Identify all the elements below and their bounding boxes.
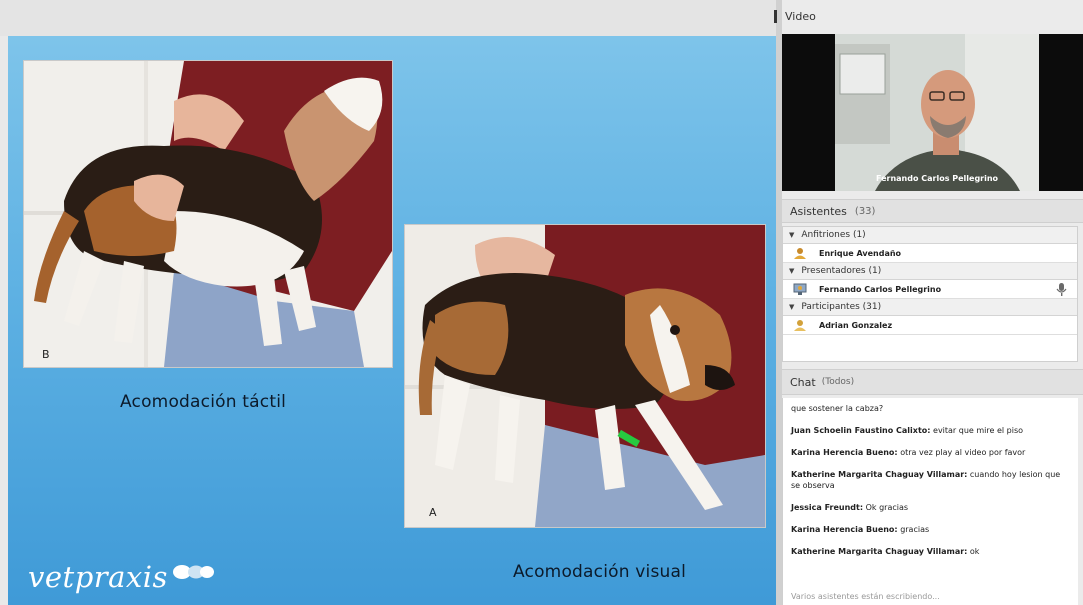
attendees-title: Asistentes (790, 204, 847, 218)
presenter-name-overlay: Fernando Carlos Pellegrino (875, 174, 999, 183)
typing-indicator: Varios asistentes están escribiendo... (791, 592, 940, 601)
chat-author: Katherine Margarita Chaguay Villamar: (791, 470, 968, 479)
chat-text: que sostener la cabza? (791, 404, 884, 413)
chat-author: Jessica Freundt: (791, 503, 864, 512)
logo-wordmark: vetpraxis (28, 560, 168, 594)
chat-text: evitar que mire el piso (933, 426, 1024, 435)
host-icon (794, 248, 806, 259)
caption-tactile: Acomodación táctil (120, 392, 287, 412)
vetpraxis-logo: vetpraxis (28, 560, 216, 594)
chat-author: Juan Schoelin Faustino Calixto: (791, 426, 931, 435)
group-participants[interactable]: ▼ Participantes (31) (783, 299, 1077, 316)
chat-message: Jessica Freundt: Ok gracias (791, 502, 1070, 513)
right-sidebar: Video Fernando Carlos Pellegrino Asisten… (774, 0, 1083, 605)
chat-author: Karina Herencia Bueno: (791, 448, 898, 457)
dog-photo-visual: A (404, 224, 766, 528)
collapse-triangle-icon[interactable]: ▼ (789, 267, 794, 275)
attendees-count: (33) (854, 205, 876, 217)
chat-message: Katherine Margarita Chaguay Villamar: cu… (791, 469, 1070, 491)
chat-message: Juan Schoelin Faustino Calixto: evitar q… (791, 425, 1070, 436)
presenter-icon (793, 283, 807, 295)
attendee-list: ▼ Anfitriones (1) Enrique Avendaño ▼ Pre… (782, 226, 1078, 362)
chat-text: otra vez play al video por favor (900, 448, 1026, 457)
attendee-name: Enrique Avendaño (819, 248, 902, 258)
presentation-slide: B A Acomodación táctil Acomodación visua… (8, 36, 776, 605)
top-toolbar-strip (0, 0, 778, 36)
video-pod: Fernando Carlos Pellegrino (782, 34, 1083, 191)
video-pod-header: Video (774, 5, 1083, 27)
chat-author: Karina Herencia Bueno: (791, 525, 898, 534)
logo-bubble-icon (172, 565, 214, 579)
chat-text: gracias (900, 525, 930, 534)
photo-label-b: B (42, 348, 50, 361)
photo-label-a: A (429, 506, 437, 519)
group-label: Presentadores (1) (801, 266, 882, 276)
chat-message: que sostener la cabza? (791, 403, 1070, 414)
dog-photo-tactile: B (23, 60, 393, 368)
chat-message: Katherine Margarita Chaguay Villamar: ok (791, 546, 1070, 557)
chat-message: Karina Herencia Bueno: otra vez play al … (791, 447, 1070, 458)
caption-visual: Acomodación visual (513, 562, 687, 582)
chat-text: Ok gracias (865, 503, 909, 512)
chat-text: ok (969, 547, 980, 556)
group-presenters[interactable]: ▼ Presentadores (1) (783, 263, 1077, 280)
chat-message: Karina Herencia Bueno: gracias (791, 524, 1070, 535)
attendee-row[interactable]: Enrique Avendaño (783, 244, 1077, 263)
group-label: Anfitriones (1) (801, 230, 866, 240)
chat-pod-header: Chat (Todos) (782, 369, 1083, 395)
attendees-pod-header: Asistentes (33) (782, 199, 1083, 223)
chat-scope[interactable]: (Todos) (822, 377, 854, 387)
collapse-triangle-icon[interactable]: ▼ (789, 303, 794, 311)
group-label: Participantes (31) (801, 302, 882, 312)
microphone-icon (1056, 283, 1067, 296)
webcam-feed[interactable] (835, 34, 1039, 191)
chat-title: Chat (790, 375, 816, 389)
collapse-triangle-icon[interactable]: ▼ (789, 231, 794, 239)
chat-message-list[interactable]: que sostener la cabza? Juan Schoelin Fau… (782, 398, 1078, 605)
dog-tactile-illustration (24, 61, 392, 367)
dog-visual-illustration (405, 225, 765, 527)
attendee-row[interactable]: Adrian Gonzalez (783, 316, 1077, 335)
group-hosts[interactable]: ▼ Anfitriones (1) (783, 227, 1077, 244)
pod-grip-icon[interactable] (774, 9, 777, 23)
video-pod-title: Video (785, 9, 816, 23)
participant-icon (794, 320, 806, 331)
attendee-name: Fernando Carlos Pellegrino (819, 284, 942, 294)
presenter-webcam-image (835, 34, 1039, 191)
attendee-row[interactable]: Fernando Carlos Pellegrino (783, 280, 1077, 299)
chat-author: Katherine Margarita Chaguay Villamar: (791, 547, 968, 556)
attendee-name: Adrian Gonzalez (819, 320, 893, 330)
